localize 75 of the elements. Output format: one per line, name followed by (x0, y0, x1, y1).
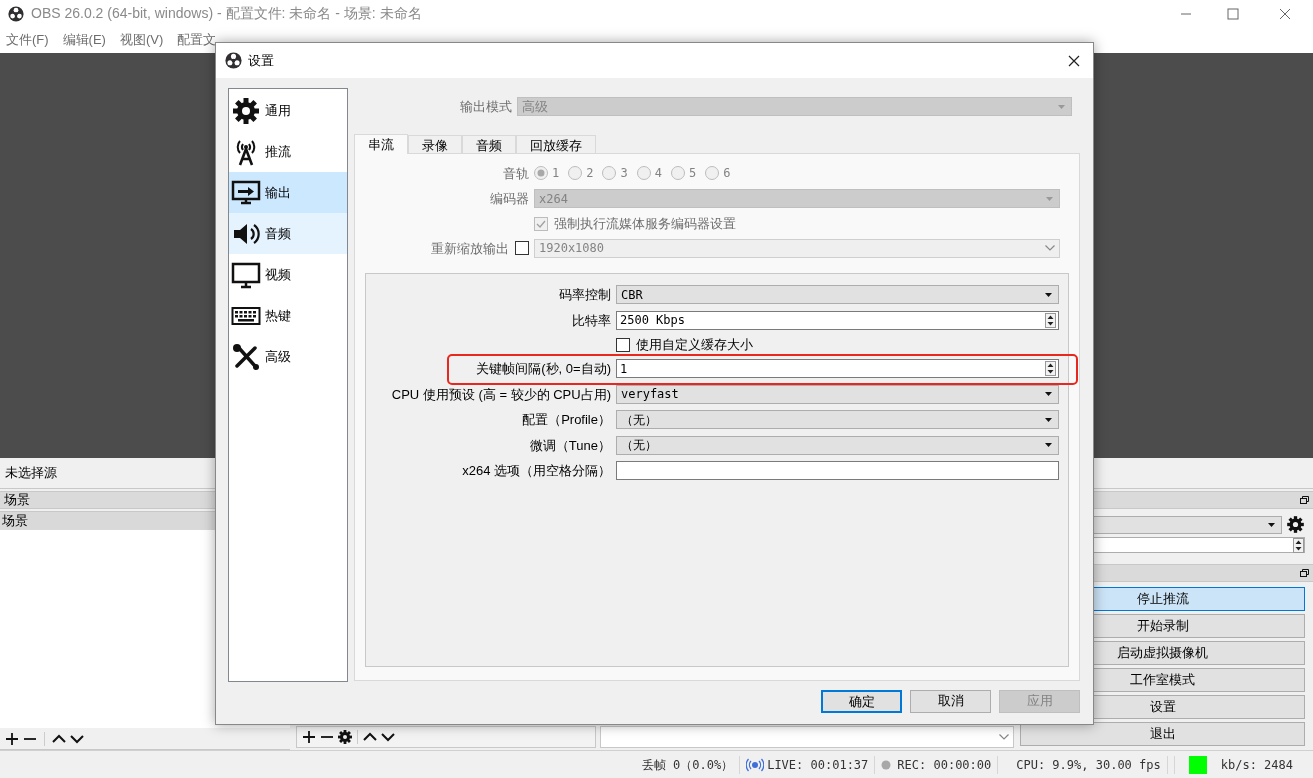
caret-icon (1046, 196, 1053, 201)
spin-arrows-icon[interactable] (1045, 312, 1056, 328)
field-label: 重新缩放输出 (431, 239, 509, 258)
menu-item[interactable]: 配置文 (177, 30, 217, 50)
control-button[interactable]: 退出 (1020, 722, 1305, 746)
close-icon[interactable] (1068, 54, 1080, 67)
spin-arrows-icon[interactable] (1045, 361, 1056, 377)
chevron-down-icon (1045, 245, 1055, 252)
tab[interactable]: 录像 (408, 134, 462, 153)
field-label: 比特率 (571, 311, 611, 330)
caret-icon (1268, 522, 1275, 527)
radio-label: 4 (654, 165, 662, 183)
dialog-button[interactable]: 取消 (910, 689, 991, 713)
dock-title: 场景 (4, 491, 30, 510)
logo-icon (225, 52, 242, 69)
dropped-frames-text: 丢帧 0（0.0%） (641, 756, 734, 774)
sidebar-item[interactable]: 输出 (229, 172, 347, 213)
caret-icon (1045, 417, 1052, 422)
maximize-icon[interactable] (1227, 7, 1239, 20)
gear-icon (231, 95, 261, 126)
field-label: x264 选项（用空格分隔） (461, 462, 611, 480)
field-label: CPU 使用预设 (高 = 较少的 CPU占用) (390, 385, 611, 404)
checkbox-label: 使用自定义缓存大小 (636, 335, 753, 354)
menu-item[interactable]: 视图(V) (119, 30, 164, 50)
status-indicator (1188, 755, 1207, 774)
gear-icon[interactable] (1286, 515, 1305, 534)
field-label: 音轨 (502, 164, 529, 183)
float-icon[interactable] (1300, 496, 1309, 504)
radio-label: 6 (723, 165, 731, 183)
spinbox[interactable]: 2500 Kbps (616, 310, 1059, 330)
field-label: 输出模式 (459, 98, 512, 116)
dropdown[interactable]: CBR (616, 285, 1059, 305)
dropdown[interactable]: （无） (616, 410, 1059, 430)
chevron-down-icon (999, 734, 1009, 740)
gear-icon[interactable] (337, 729, 353, 745)
caret-icon (1045, 292, 1052, 297)
radio-label: 3 (620, 165, 628, 183)
broadcast-icon (746, 757, 765, 772)
logo-icon (8, 5, 24, 22)
source-status-text: 未选择源 (5, 464, 57, 483)
field-label: 编码器 (489, 190, 529, 208)
caret-icon (1045, 443, 1052, 448)
dropdown[interactable]: （无） (616, 435, 1059, 455)
radio-label: 2 (586, 165, 594, 183)
tab[interactable]: 回放缓存 (516, 134, 596, 153)
cpu-fps-text: CPU: 9.9%, 30.00 fps (1016, 756, 1161, 774)
field-label: 关键帧间隔(秒, 0=自动) (475, 360, 611, 378)
radio-label: 5 (688, 165, 697, 183)
tab[interactable]: 串流 (354, 133, 408, 154)
plus-icon[interactable] (301, 729, 317, 745)
spin-arrows-icon[interactable] (1293, 537, 1304, 553)
live-time-text: LIVE: 00:01:37 (767, 756, 869, 774)
rec-time-text: REC: 00:00:00 (897, 756, 992, 774)
radio-label: 1 (552, 165, 560, 183)
window-title: OBS 26.0.2 (64-bit, windows) - 配置文件: 未命名 - 场景: 未命名 (31, 4, 422, 23)
menu-item[interactable]: 文件(F) (6, 30, 49, 50)
menu-item[interactable]: 编辑(E) (62, 30, 106, 50)
tools-icon (231, 341, 261, 372)
field-label: 微调（Tune） (528, 436, 611, 455)
checkbox[interactable] (616, 337, 630, 352)
caret-icon (1058, 104, 1065, 109)
spinbox[interactable]: 1 (616, 359, 1059, 379)
record-dot-icon (881, 759, 892, 770)
field-label: 码率控制 (558, 286, 611, 304)
bitrate-text: kb/s: 2484 (1220, 756, 1293, 774)
field-label: 配置（Profile） (521, 411, 611, 429)
dialog-title: 设置 (248, 51, 274, 70)
plus-icon[interactable] (4, 730, 20, 747)
float-icon[interactable] (1300, 569, 1309, 577)
tab[interactable]: 音频 (462, 134, 516, 153)
sidebar-item[interactable]: 音频 (229, 213, 347, 254)
checkbox-label: 强制执行流媒体服务编码器设置 (554, 214, 736, 233)
caret-icon (1045, 392, 1052, 397)
text-field[interactable] (616, 461, 1059, 481)
dialog-button[interactable]: 确定 (821, 689, 902, 713)
